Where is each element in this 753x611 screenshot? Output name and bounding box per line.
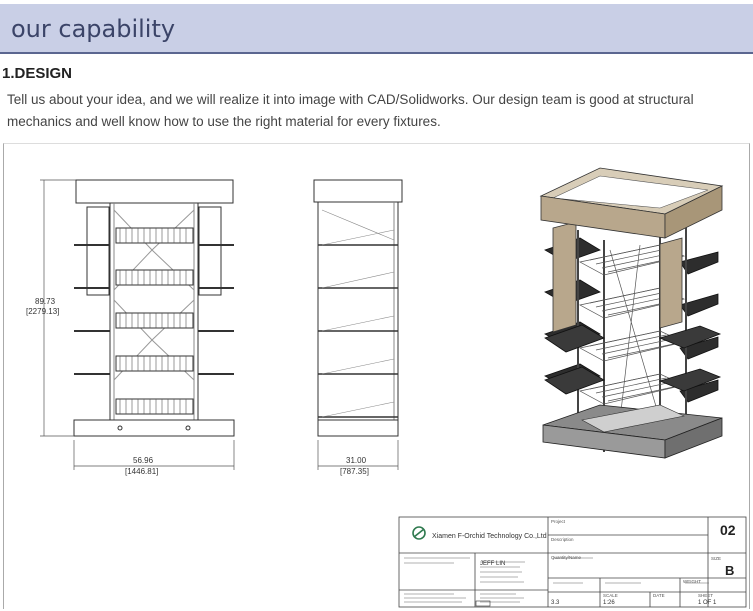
title-block-weight-label: WEIGHT bbox=[683, 579, 701, 584]
title-block-designer: JEFF LIN bbox=[480, 561, 505, 567]
title-block bbox=[398, 516, 747, 608]
title-block-rev-value: 3.3 bbox=[551, 600, 560, 606]
front-height-dim-metric: [2279.13] bbox=[26, 307, 59, 316]
title-block-sheet-label: SHEET bbox=[698, 593, 713, 598]
isometric-view bbox=[539, 167, 724, 459]
title-block-sheet: 1 OF 1 bbox=[698, 600, 717, 606]
title-block-description-label: Description bbox=[551, 537, 574, 542]
title-block-date-label: DATE bbox=[653, 593, 665, 598]
title-block-project-label: Project bbox=[551, 519, 566, 524]
front-height-dim: 89.73 bbox=[35, 297, 56, 306]
front-width-dim-metric: [1446.81] bbox=[125, 467, 158, 476]
title-block-scale-label: SCALE bbox=[603, 593, 618, 598]
front-view bbox=[40, 179, 235, 470]
side-view bbox=[313, 179, 403, 470]
side-width-dim-metric: [787.35] bbox=[340, 467, 369, 476]
front-width-dim: 56.96 bbox=[133, 456, 154, 465]
side-width-dim: 31.00 bbox=[346, 456, 367, 465]
title-block-quantity-label: Quantity/Name bbox=[551, 555, 582, 560]
title-block-revision: 02 bbox=[720, 522, 736, 538]
title-block-company: Xiamen F-Orchid Technology Co.,Ltd bbox=[432, 533, 547, 540]
technical-drawing: 89.73 [2279.13] 56.96 [1446.81] 31.00 [7… bbox=[26, 167, 747, 608]
title-block-scale: 1:26 bbox=[603, 600, 615, 606]
title-block-size: B bbox=[725, 563, 734, 578]
title-block-size-label: SIZE bbox=[711, 556, 721, 561]
front-baskets bbox=[115, 227, 194, 415]
